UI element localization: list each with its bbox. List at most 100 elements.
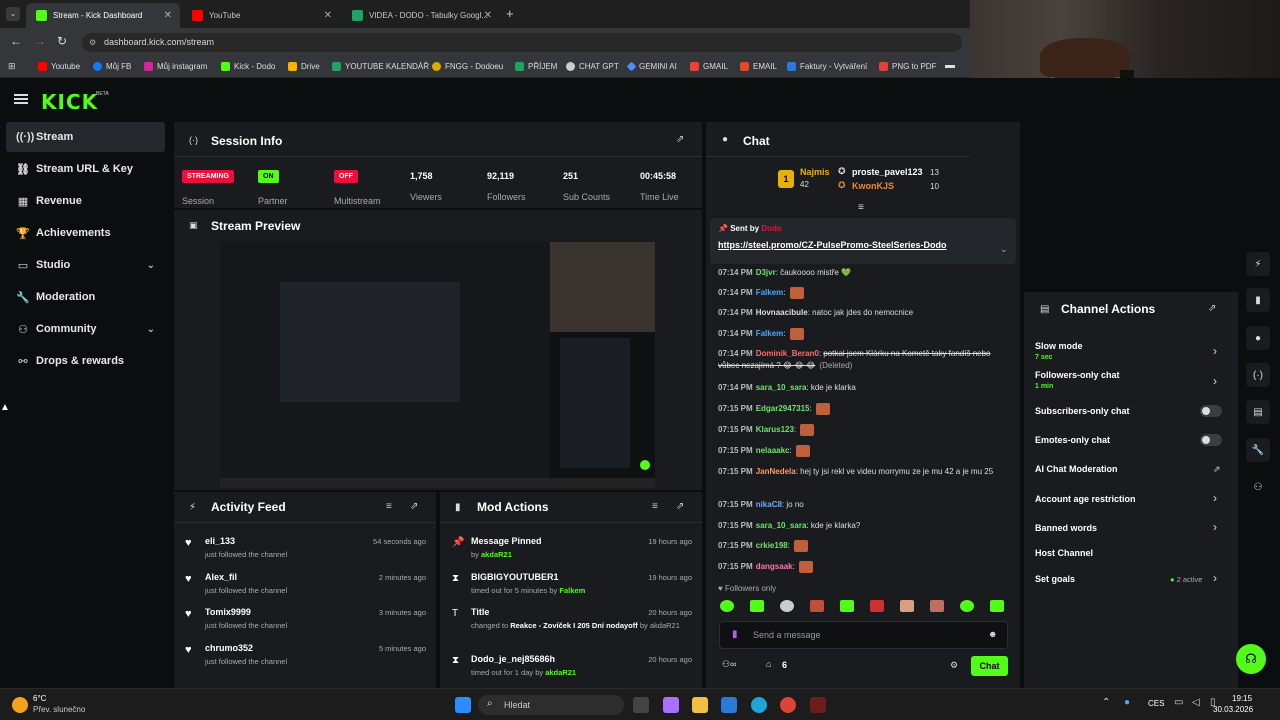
bookmark-fngg[interactable]: FNGG - Dodoeu (432, 62, 503, 71)
clock-date[interactable]: 30.03.2026 (1213, 705, 1253, 714)
mod-action-name[interactable]: BIGBIGYOUTUBER1 (471, 572, 559, 582)
rail-lightning-icon[interactable]: ⚡ (1246, 252, 1270, 276)
forward-icon[interactable]: → (34, 34, 46, 48)
mod-user[interactable]: akdaR21 (481, 550, 512, 559)
mod-action-name[interactable]: Dodo_je_nej85686h (471, 654, 555, 664)
chevron-right-icon[interactable]: › (1213, 520, 1217, 534)
reload-icon[interactable]: ↻ (57, 34, 67, 48)
community-infinity-icon[interactable]: ⚇∞ (722, 659, 736, 670)
rail-chat-icon[interactable]: ● (1246, 326, 1270, 350)
bookmark-prijem[interactable]: PŘÍJEM (515, 62, 557, 71)
leader-1-name[interactable]: Najmis (800, 167, 830, 177)
bookmark-email[interactable]: EMAIL (740, 62, 777, 71)
emote-icon[interactable] (750, 600, 764, 612)
sidebar-item-stream[interactable]: ((·)) Stream (6, 122, 165, 152)
bookmark-gemini[interactable]: GEMINI AI (626, 61, 677, 72)
chat-username[interactable]: nelaaakc (756, 446, 790, 455)
bookmark-instagram[interactable]: Můj instagram (144, 62, 207, 71)
weather-temp[interactable]: 6°C (33, 694, 46, 703)
task-view-icon[interactable] (633, 697, 649, 713)
close-tab-icon[interactable]: ✕ (164, 10, 172, 21)
sidebar-item-stream-url[interactable]: ⛓ Stream URL & Key (6, 154, 165, 184)
popout-icon[interactable]: ⇗ (676, 501, 684, 512)
ai-moderation-label[interactable]: AI Chat Moderation (1035, 464, 1118, 474)
pinned-user[interactable]: Dodo (761, 224, 781, 233)
microphone-tray-icon[interactable]: ● (1124, 697, 1130, 708)
sidebar-item-drops[interactable]: ⚯ Drops & rewards (6, 346, 165, 376)
chat-username[interactable]: Hovnaacibule (756, 308, 808, 317)
more-bookmarks-icon[interactable] (945, 65, 955, 68)
emote-icon[interactable] (720, 600, 734, 612)
outlook-icon[interactable] (721, 697, 737, 713)
back-icon[interactable]: ← (10, 34, 22, 48)
filter-icon[interactable]: ≡ (386, 501, 392, 512)
chat-username[interactable]: crkie198 (756, 541, 788, 550)
sidebar-item-achievements[interactable]: 🏆 Achievements (6, 218, 165, 248)
host-channel-label[interactable]: Host Channel (1035, 548, 1093, 558)
account-age-label[interactable]: Account age restriction (1035, 494, 1136, 504)
pinned-message[interactable]: 📌 Sent by Dodo https://steel.promo/CZ-Pu… (710, 218, 1016, 264)
weather-text[interactable]: Přev. slunečno (33, 705, 85, 714)
chat-username[interactable]: D3jvr (756, 268, 776, 277)
mod-user[interactable]: akdaR21 (545, 668, 576, 677)
popout-icon[interactable]: ⇗ (1208, 303, 1216, 314)
bookmark-youtube[interactable]: Youtube (38, 62, 80, 71)
chevron-down-icon[interactable]: ⌄ (1000, 244, 1008, 255)
rail-community-icon[interactable]: ⚇ (1246, 475, 1270, 499)
rail-clipboard-icon[interactable]: ▮ (1246, 288, 1270, 312)
feed-username[interactable]: Alex_fil (205, 572, 237, 582)
emote-icon[interactable] (840, 600, 854, 612)
emoji-icon[interactable]: ☻ (988, 629, 997, 639)
feed-username[interactable]: Tomix9999 (205, 607, 251, 617)
rail-layout-icon[interactable]: ▤ (1246, 400, 1270, 424)
kick-logo[interactable]: KICK (41, 90, 98, 114)
chat-username[interactable]: Dominik_Beran0 (756, 349, 819, 358)
followers-only-label[interactable]: Followers-only chat (1035, 370, 1120, 380)
support-headset-icon[interactable]: ☊ (1236, 644, 1266, 674)
bookmark-yt-calendar[interactable]: YOUTUBE KALENDÁŘ (332, 62, 429, 71)
filter-icon[interactable]: ≡ (652, 501, 658, 512)
rail-wrench-icon[interactable]: 🔧 (1246, 438, 1270, 462)
volume-icon[interactable]: ◁ (1192, 697, 1200, 708)
set-goals-label[interactable]: Set goals (1035, 574, 1075, 584)
bookmark-chatgpt[interactable]: CHAT GPT (566, 62, 619, 71)
emote-icon[interactable] (780, 600, 794, 612)
emotes-only-toggle[interactable] (1200, 434, 1222, 446)
tab-youtube[interactable]: YouTube ✕ (182, 3, 340, 28)
emote-icon[interactable] (870, 600, 884, 612)
banned-words-label[interactable]: Banned words (1035, 523, 1097, 533)
chevron-down-icon[interactable]: ⌄ (147, 260, 155, 271)
chevron-right-icon[interactable]: › (1213, 571, 1217, 585)
close-tab-icon[interactable]: ✕ (324, 10, 332, 21)
tab-google-sheets[interactable]: VIDEA - DODO - Tabulky Googl... ✕ (342, 3, 500, 28)
sidebar-item-revenue[interactable]: ▦ Revenue (6, 186, 165, 216)
chevron-right-icon[interactable]: › (1213, 374, 1217, 388)
leader-3-name[interactable]: KwonKJS (852, 181, 894, 191)
tab-kick-dashboard[interactable]: Stream - Kick Dashboard ✕ (26, 3, 180, 28)
taskbar-search[interactable]: ⌕ Hledat (478, 695, 624, 715)
bookmark-gmail[interactable]: GMAIL (690, 62, 728, 71)
copilot-icon[interactable] (663, 697, 679, 713)
chevron-down-icon[interactable]: ⌄ (147, 324, 155, 335)
chat-username[interactable]: JanNedela (756, 467, 796, 476)
emote-icon[interactable] (810, 600, 824, 612)
network-icon[interactable]: ▭ (1174, 697, 1183, 708)
settings-gear-icon[interactable]: ⚙ (950, 660, 958, 671)
site-info-icon[interactable]: ⚙ (89, 33, 96, 52)
leader-2-name[interactable]: proste_pavel123 (852, 167, 923, 177)
mod-user[interactable]: Falkem (559, 586, 585, 595)
filter-icon[interactable]: ≡ (858, 202, 864, 213)
address-bar[interactable]: ⚙ dashboard.kick.com/stream (82, 33, 962, 52)
language-indicator[interactable]: CES (1148, 699, 1164, 708)
chevron-right-icon[interactable]: › (1213, 491, 1217, 505)
chat-username[interactable]: Falkem (756, 288, 784, 297)
rail-broadcast-icon[interactable]: (·) (1246, 363, 1270, 387)
apps-grid-icon[interactable]: ⊞ (8, 61, 16, 72)
edge-icon[interactable] (751, 697, 767, 713)
sidebar-item-studio[interactable]: ▭ Studio ⌄ (6, 250, 165, 280)
bookmark-png-pdf[interactable]: PNG to PDF (879, 62, 936, 71)
menu-icon[interactable] (14, 94, 28, 104)
close-tab-icon[interactable]: ✕ (484, 10, 492, 21)
emote-icon[interactable] (990, 600, 1004, 612)
emote-icon[interactable] (900, 600, 914, 612)
